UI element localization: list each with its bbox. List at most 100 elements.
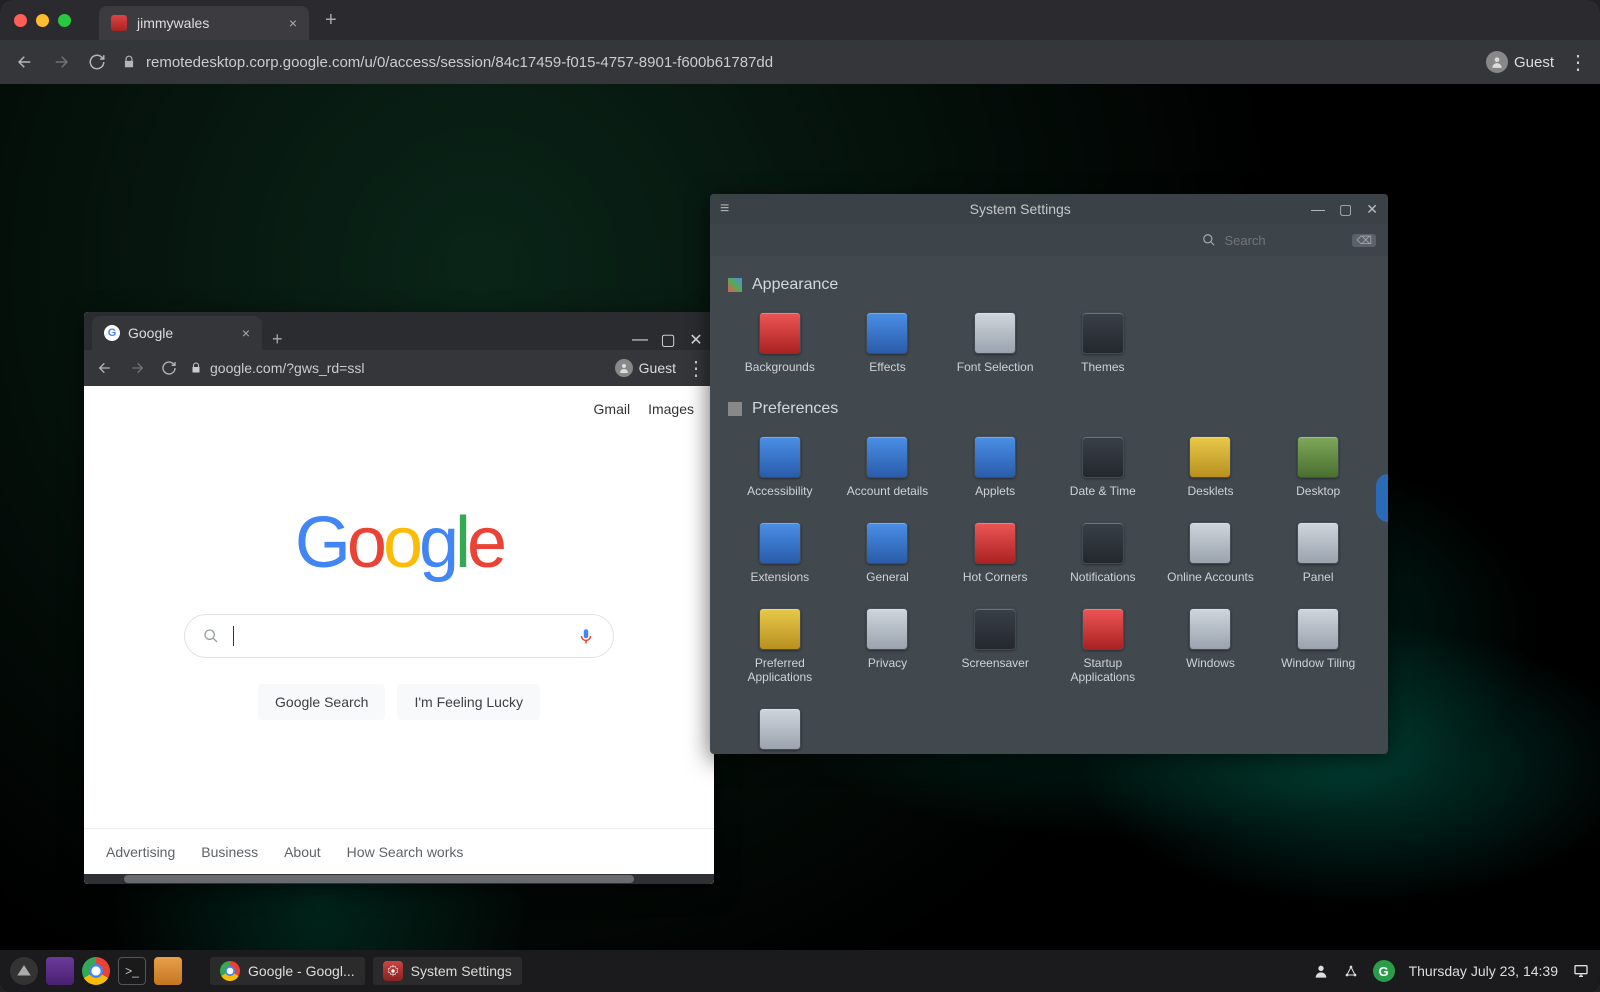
settings-item-icon [1297, 436, 1339, 478]
link-images[interactable]: Images [648, 401, 694, 417]
footer-advertising[interactable]: Advertising [106, 844, 175, 860]
settings-item-panel[interactable]: Panel [1266, 518, 1370, 588]
chrome-url-text: google.com/?gws_rd=ssl [210, 360, 364, 376]
search-input[interactable] [1224, 233, 1344, 248]
settings-item-label: Preferred Applications [732, 656, 828, 684]
link-gmail[interactable]: Gmail [594, 401, 631, 417]
back-icon[interactable] [14, 51, 36, 73]
settings-item-desklets[interactable]: Desklets [1159, 432, 1263, 502]
forward-icon[interactable] [126, 357, 148, 379]
settings-item-font-selection[interactable]: Font Selection [943, 308, 1047, 378]
files-launcher-icon[interactable] [154, 957, 182, 985]
horizontal-scrollbar[interactable] [84, 874, 714, 884]
settings-item-icon [1189, 522, 1231, 564]
show-desktop-icon[interactable] [46, 957, 74, 985]
close-icon[interactable]: ✕ [688, 330, 704, 350]
cinnamon-menu-icon[interactable] [10, 957, 38, 985]
footer-how-search[interactable]: How Search works [347, 844, 464, 860]
datetime-label[interactable]: Thursday July 23, 14:39 [1409, 963, 1558, 979]
settings-item-label: Panel [1303, 570, 1334, 584]
minimize-icon[interactable]: — [632, 331, 648, 349]
task-label: System Settings [411, 963, 512, 979]
display-icon[interactable] [1572, 963, 1590, 979]
settings-item-preferred-applications[interactable]: Preferred Applications [728, 604, 832, 688]
settings-item-applets[interactable]: Applets [943, 432, 1047, 502]
maximize-icon[interactable]: ▢ [660, 330, 676, 350]
section-title-preferences: Preferences [752, 400, 838, 418]
outer-toolbar: remotedesktop.corp.google.com/u/0/access… [0, 40, 1600, 84]
settings-item-date-&-time[interactable]: Date & Time [1051, 432, 1155, 502]
side-drawer-handle[interactable] [1376, 474, 1388, 522]
settings-item-hot-corners[interactable]: Hot Corners [943, 518, 1047, 588]
mic-icon[interactable] [577, 625, 595, 647]
network-icon[interactable] [1343, 963, 1359, 979]
settings-item-effects[interactable]: Effects [836, 308, 940, 378]
chrome-url-bar[interactable]: google.com/?gws_rd=ssl [190, 360, 605, 376]
taskbar-task-chrome[interactable]: Google - Googl... [210, 957, 365, 985]
chrome-window: G Google × + — ▢ ✕ google.com/?gws_rd=ss… [84, 312, 714, 884]
settings-item-notifications[interactable]: Notifications [1051, 518, 1155, 588]
settings-item-desktop[interactable]: Desktop [1266, 432, 1370, 502]
settings-item-icon [974, 436, 1016, 478]
settings-body[interactable]: Appearance BackgroundsEffectsFont Select… [710, 256, 1388, 754]
close-dot[interactable] [14, 14, 27, 27]
chrome-tab-google[interactable]: G Google × [92, 316, 262, 350]
settings-item-privacy[interactable]: Privacy [836, 604, 940, 688]
feeling-lucky-button[interactable]: I'm Feeling Lucky [397, 684, 540, 720]
settings-item-extensions[interactable]: Extensions [728, 518, 832, 588]
settings-item-icon [1189, 436, 1231, 478]
minimize-icon[interactable]: — [1311, 201, 1325, 218]
settings-item-icon [759, 312, 801, 354]
menu-icon[interactable]: ⋮ [686, 356, 704, 381]
settings-item-screensaver[interactable]: Screensaver [943, 604, 1047, 688]
new-tab-button[interactable]: + [262, 329, 293, 350]
maximize-dot[interactable] [58, 14, 71, 27]
settings-item-workspaces[interactable]: Workspaces [728, 704, 832, 754]
menu-icon[interactable]: ⋮ [1568, 50, 1586, 75]
settings-item-themes[interactable]: Themes [1051, 308, 1155, 378]
close-tab-icon[interactable]: × [289, 15, 297, 31]
forward-icon[interactable] [50, 51, 72, 73]
google-search-input[interactable] [184, 614, 614, 658]
reload-icon[interactable] [86, 51, 108, 73]
settings-item-account-details[interactable]: Account details [836, 432, 940, 502]
google-search-button[interactable]: Google Search [258, 684, 385, 720]
favicon [111, 15, 127, 31]
outer-url-bar[interactable]: remotedesktop.corp.google.com/u/0/access… [122, 54, 1472, 71]
terminal-launcher-icon[interactable]: >_ [118, 957, 146, 985]
system-settings-window: ≡ System Settings — ▢ ✕ ⌫ Appearance Bac… [710, 194, 1388, 754]
user-icon[interactable] [1313, 963, 1329, 979]
hamburger-icon[interactable]: ≡ [720, 200, 729, 218]
settings-item-accessibility[interactable]: Accessibility [728, 432, 832, 502]
lock-icon [122, 55, 136, 69]
minimize-dot[interactable] [36, 14, 49, 27]
user-badge[interactable]: G [1373, 960, 1395, 982]
google-favicon: G [104, 325, 120, 341]
settings-item-label: Font Selection [957, 360, 1034, 374]
chrome-tabstrip: G Google × + — ▢ ✕ [84, 312, 714, 350]
window-controls: — ▢ ✕ [1311, 201, 1378, 218]
footer-business[interactable]: Business [201, 844, 258, 860]
chrome-tab-title: Google [128, 325, 173, 341]
taskbar-task-settings[interactable]: System Settings [373, 957, 522, 985]
back-icon[interactable] [94, 357, 116, 379]
chrome-launcher-icon[interactable] [82, 957, 110, 985]
settings-item-backgrounds[interactable]: Backgrounds [728, 308, 832, 378]
footer-about[interactable]: About [284, 844, 321, 860]
settings-item-window-tiling[interactable]: Window Tiling [1266, 604, 1370, 688]
settings-item-general[interactable]: General [836, 518, 940, 588]
settings-item-windows[interactable]: Windows [1159, 604, 1263, 688]
guest-profile[interactable]: Guest [615, 359, 676, 377]
close-icon[interactable]: ✕ [1366, 201, 1378, 218]
appearance-icon [728, 278, 742, 292]
reload-icon[interactable] [158, 357, 180, 379]
close-tab-icon[interactable]: × [242, 325, 250, 341]
guest-profile[interactable]: Guest [1486, 51, 1554, 73]
new-tab-button[interactable]: + [325, 9, 337, 32]
preferences-icon [728, 402, 742, 416]
settings-item-online-accounts[interactable]: Online Accounts [1159, 518, 1263, 588]
outer-browser-tab[interactable]: jimmywales × [99, 6, 309, 40]
clear-search-icon[interactable]: ⌫ [1352, 234, 1376, 247]
settings-item-startup-applications[interactable]: Startup Applications [1051, 604, 1155, 688]
maximize-icon[interactable]: ▢ [1339, 201, 1352, 218]
